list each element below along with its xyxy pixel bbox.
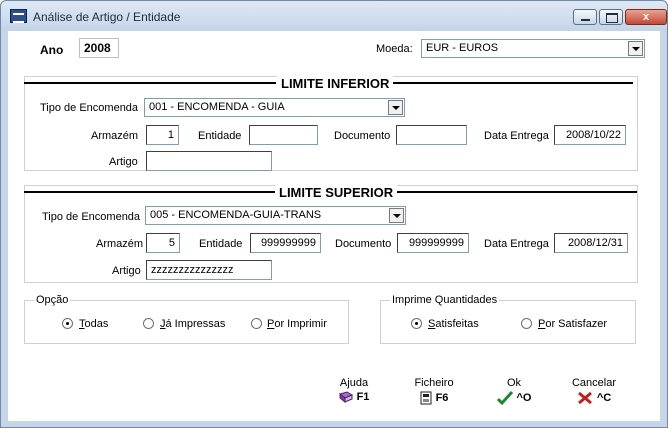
sup-data-label: Data Entrega xyxy=(484,238,549,250)
radio-ja-impressas-label[interactable]: Já Impressas xyxy=(160,318,225,330)
radio-satisfeitas[interactable] xyxy=(411,318,422,329)
inf-tipo-label: Tipo de Encomenda xyxy=(40,102,139,114)
limite-superior-title: LIMITE SUPERIOR xyxy=(275,185,398,200)
inf-armazem-label: Armazém xyxy=(91,130,139,142)
ajuda-caption: Ajuda xyxy=(339,377,369,389)
ajuda-key: F1 xyxy=(356,391,370,403)
ok-caption: Ok xyxy=(506,377,522,389)
book-icon xyxy=(338,391,353,404)
sup-armazem-label: Armazém xyxy=(96,238,144,250)
inf-armazem-field[interactable]: 1 xyxy=(146,125,179,145)
radio-ja-impressas[interactable] xyxy=(143,318,154,329)
radio-satisfeitas-label[interactable]: Satisfeitas xyxy=(428,318,479,330)
ok-button[interactable]: Ok ^O xyxy=(486,377,542,405)
inf-artigo-field[interactable] xyxy=(146,151,272,171)
inf-data-field[interactable]: 2008/10/22 xyxy=(554,125,626,145)
x-icon xyxy=(577,391,592,405)
close-button[interactable]: x xyxy=(625,9,667,25)
ano-label: Ano xyxy=(40,43,64,57)
inf-documento-label: Documento xyxy=(334,130,391,142)
maximize-button[interactable] xyxy=(599,9,623,25)
sup-tipo-select[interactable]: 005 - ENCOMENDA-GUIA-TRANS xyxy=(145,206,406,225)
inf-documento-field[interactable] xyxy=(396,125,467,145)
sup-tipo-value: 005 - ENCOMENDA-GUIA-TRANS xyxy=(150,209,322,221)
close-icon: x xyxy=(642,11,650,23)
sup-documento-field[interactable]: 999999999 xyxy=(397,233,469,253)
inf-entidade-label: Entidade xyxy=(198,130,242,142)
minimize-button[interactable] xyxy=(573,9,597,25)
opcao-title: Opção xyxy=(34,294,71,306)
moeda-label: Moeda: xyxy=(376,43,413,55)
cancelar-key: ^C xyxy=(596,391,612,404)
divider-left xyxy=(24,82,276,84)
dialog-client: Ano 2008 Moeda: EUR - EUROS LIMITE INFER… xyxy=(8,31,660,421)
sup-documento-label: Documento xyxy=(335,238,392,250)
chevron-down-icon[interactable] xyxy=(388,100,403,115)
ficheiro-key: F6 xyxy=(435,391,449,404)
ok-key: ^O xyxy=(516,391,532,404)
ficheiro-caption: Ficheiro xyxy=(414,377,454,389)
inf-tipo-select[interactable]: 001 - ENCOMENDA - GUIA xyxy=(144,98,405,117)
app-icon xyxy=(10,9,27,23)
cancelar-button[interactable]: Cancelar ^C xyxy=(564,377,624,405)
divider-left xyxy=(24,191,276,193)
ficheiro-button[interactable]: Ficheiro F6 xyxy=(406,377,462,405)
inf-data-label: Data Entrega xyxy=(484,130,549,142)
sup-data-field[interactable]: 2008/12/31 xyxy=(554,233,628,253)
radio-por-imprimir-label[interactable]: Por Imprimir xyxy=(267,318,327,330)
cancelar-caption: Cancelar xyxy=(571,377,617,389)
radio-por-imprimir[interactable] xyxy=(251,318,262,329)
limite-inferior-title: LIMITE INFERIOR xyxy=(277,76,394,91)
window-title: Análise de Artigo / Entidade xyxy=(33,10,181,24)
sup-entidade-label: Entidade xyxy=(199,238,243,250)
radio-todas-label[interactable]: Todas xyxy=(79,318,108,330)
title-bar[interactable]: Análise de Artigo / Entidade x xyxy=(1,1,667,31)
inf-entidade-field[interactable] xyxy=(249,125,318,145)
inf-artigo-label: Artigo xyxy=(109,156,138,168)
sup-tipo-label: Tipo de Encomenda xyxy=(42,211,141,223)
file-icon xyxy=(420,391,432,405)
radio-todas[interactable] xyxy=(62,318,73,329)
check-icon xyxy=(496,391,513,405)
ajuda-button[interactable]: Ajuda F1 xyxy=(326,377,382,404)
sup-armazem-field[interactable]: 5 xyxy=(146,233,180,253)
inf-tipo-value: 001 - ENCOMENDA - GUIA xyxy=(149,101,285,113)
imprime-title: Imprime Quantidades xyxy=(390,294,500,306)
moeda-value: EUR - EUROS xyxy=(426,42,499,54)
ano-field[interactable]: 2008 xyxy=(79,38,119,58)
divider-right xyxy=(385,82,633,84)
chevron-down-icon[interactable] xyxy=(628,41,643,56)
chevron-down-icon[interactable] xyxy=(389,208,404,223)
divider-right xyxy=(385,191,637,193)
sup-artigo-label: Artigo xyxy=(112,265,141,277)
moeda-select[interactable]: EUR - EUROS xyxy=(421,39,645,58)
radio-por-satisfazer-label[interactable]: Por Satisfazer xyxy=(538,318,607,330)
dialog-window: Análise de Artigo / Entidade x Ano 2008 … xyxy=(0,0,668,428)
radio-por-satisfazer[interactable] xyxy=(521,318,532,329)
sup-artigo-field[interactable]: zzzzzzzzzzzzzzz xyxy=(146,260,272,280)
sup-entidade-field[interactable]: 999999999 xyxy=(250,233,321,253)
